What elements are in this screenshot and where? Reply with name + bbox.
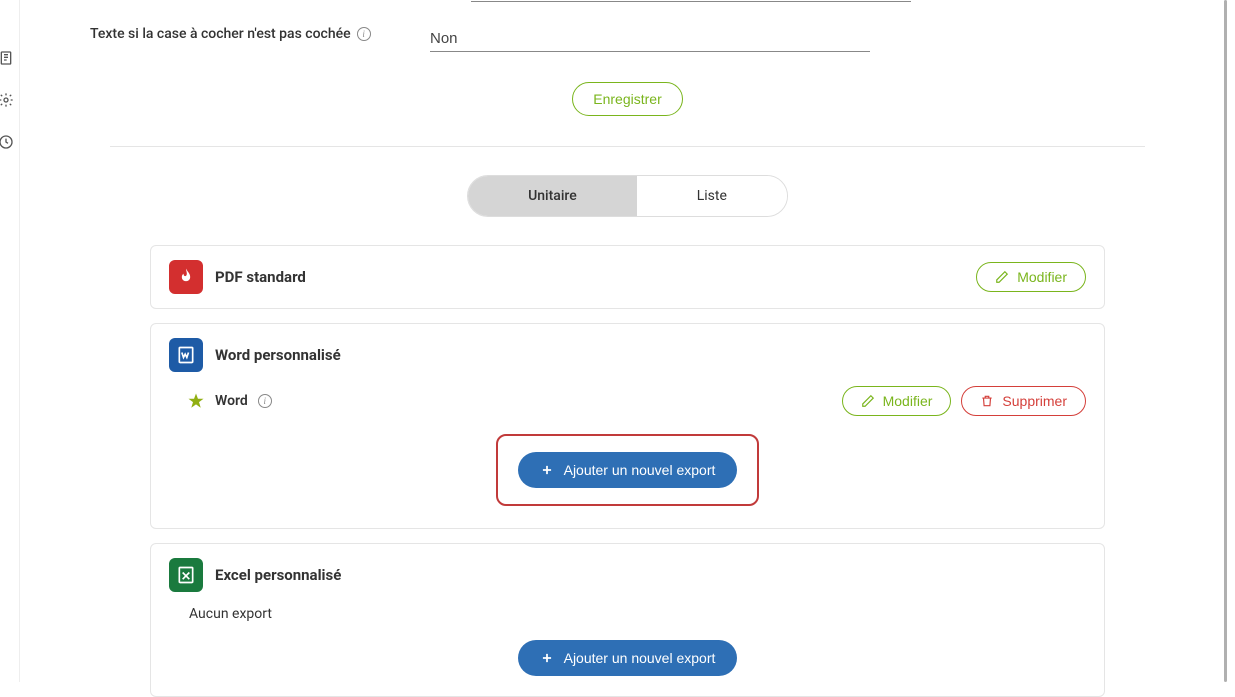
plus-icon (540, 651, 554, 665)
field-label: Texte si la case à cocher n'est pas coch… (50, 26, 400, 42)
info-icon[interactable]: i (258, 394, 272, 408)
add-export-label: Ajouter un nouvel export (564, 650, 716, 666)
word-icon (169, 338, 203, 372)
tab-unitaire[interactable]: Unitaire (468, 176, 637, 216)
nav-gear-icon[interactable] (0, 92, 16, 110)
pdf-card-title: PDF standard (215, 268, 964, 286)
word-export-name: Word (215, 393, 248, 409)
pencil-icon (861, 394, 875, 408)
excel-add-export-button[interactable]: Ajouter un nouvel export (518, 640, 738, 676)
section-divider (110, 146, 1145, 147)
word-card-title: Word personnalisé (215, 346, 1086, 364)
card-excel: Excel personnalisé Aucun export Ajouter … (150, 543, 1105, 697)
excel-card-title: Excel personnalisé (215, 566, 1086, 584)
save-button[interactable]: Enregistrer (572, 82, 682, 116)
pdf-icon (169, 260, 203, 294)
pdf-modify-button[interactable]: Modifier (976, 262, 1086, 292)
card-pdf: PDF standard Modifier (150, 245, 1105, 309)
main-content: Texte si la case à cocher n'est pas coch… (50, 0, 1205, 682)
nav-document-icon[interactable] (0, 50, 16, 68)
modify-label: Modifier (883, 393, 933, 409)
word-modify-button[interactable]: Modifier (842, 386, 952, 416)
pencil-icon (995, 270, 1009, 284)
word-export-item: Word i Modifier Supprimer (169, 372, 1086, 416)
star-icon (187, 392, 205, 410)
plus-icon (540, 463, 554, 477)
modify-label: Modifier (1017, 269, 1067, 285)
card-word: Word personnalisé Word i Modifier Suppri… (150, 323, 1105, 529)
unchecked-text-input[interactable] (430, 26, 870, 52)
info-icon[interactable]: i (357, 27, 371, 41)
highlighted-add-export: Ajouter un nouvel export (496, 434, 760, 506)
trash-icon (980, 394, 994, 408)
input-oui-underline (471, 0, 911, 2)
word-add-export-button[interactable]: Ajouter un nouvel export (518, 452, 738, 488)
word-delete-button[interactable]: Supprimer (961, 386, 1086, 416)
scrollbar[interactable] (1224, 0, 1227, 682)
nav-history-icon[interactable] (0, 134, 16, 152)
excel-no-export: Aucun export (169, 592, 1086, 628)
tab-liste[interactable]: Liste (637, 176, 787, 216)
checkbox-unchecked-text-field: Texte si la case à cocher n'est pas coch… (50, 26, 1205, 52)
left-nav-rail (0, 0, 20, 682)
field-label-text: Texte si la case à cocher n'est pas coch… (90, 26, 351, 42)
excel-icon (169, 558, 203, 592)
save-button-label: Enregistrer (593, 91, 661, 107)
add-export-label: Ajouter un nouvel export (564, 462, 716, 478)
tabs: Unitaire Liste (50, 175, 1205, 217)
delete-label: Supprimer (1002, 393, 1067, 409)
